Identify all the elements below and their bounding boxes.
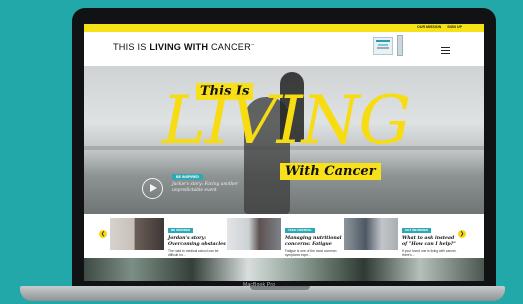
- website-screen: OUR MISSION SIGN UP THIS IS LIVING WITH …: [84, 24, 484, 281]
- chevron-left-icon[interactable]: ❮: [99, 230, 107, 238]
- laptop-base: [20, 286, 505, 301]
- hamburger-icon[interactable]: [441, 47, 450, 55]
- story-thumbnail: [110, 218, 164, 250]
- story-card[interactable]: GET INFORMED What to ask instead of "How…: [344, 218, 459, 257]
- story-tag: GET INFORMED: [402, 227, 431, 233]
- story-thumbnail: [227, 218, 281, 250]
- our-mission-link[interactable]: OUR MISSION: [417, 25, 441, 29]
- top-utility-bar: OUR MISSION SIGN UP: [84, 24, 484, 32]
- site-header: THIS IS LIVING WITH CANCER™: [84, 32, 484, 66]
- story-thumbnail: [344, 218, 398, 250]
- story-text: BE INSPIRED Jordan's story: Overcoming o…: [168, 218, 226, 257]
- story-title: Jordan's story: Overcoming obstacles: [168, 236, 226, 247]
- top-links: OUR MISSION SIGN UP: [417, 25, 462, 29]
- hero-title-big: LIVING: [162, 82, 411, 159]
- story-text: GET INFORMED What to ask instead of "How…: [402, 218, 460, 257]
- site-logo[interactable]: THIS IS LIVING WITH CANCER™: [113, 42, 254, 52]
- story-tag: TAKE CONTROL: [285, 227, 315, 233]
- story-card[interactable]: TAKE CONTROL Managing nutritional concer…: [227, 218, 342, 257]
- hero-banner: This Is LIVING With Cancer BE INSPIRED J…: [84, 66, 484, 214]
- chevron-right-icon[interactable]: ❯: [458, 230, 466, 238]
- play-icon[interactable]: [142, 178, 163, 199]
- story-tag: BE INSPIRED: [168, 227, 194, 233]
- bottom-photo-strip: [84, 258, 484, 281]
- hero-badge[interactable]: BE INSPIRED: [172, 174, 203, 180]
- sign-up-link[interactable]: SIGN UP: [447, 25, 462, 29]
- story-desc: The road to medical school can be diffic…: [168, 248, 219, 257]
- hero-title-tail: With Cancer: [280, 163, 381, 180]
- logo-text-1: THIS IS: [113, 42, 150, 52]
- hero-caption[interactable]: Jackie's story: Facing another unpredict…: [172, 182, 242, 194]
- story-title: What to ask instead of "How can I help?": [402, 236, 456, 247]
- resource-guide-thumbnail[interactable]: [373, 37, 393, 55]
- story-carousel: ❮ BE INSPIRED Jordan's story: Overcoming…: [84, 214, 484, 258]
- story-desc: Fatigue is one of the most common sympto…: [285, 248, 337, 257]
- story-desc: If your loved one is living with cancer,…: [402, 248, 457, 257]
- device-label: MacBook Pro: [243, 282, 276, 288]
- story-card[interactable]: BE INSPIRED Jordan's story: Overcoming o…: [110, 218, 226, 257]
- story-title: Managing nutritional concerns: Fatigue: [285, 236, 342, 247]
- logo-tm: ™: [250, 42, 255, 47]
- resource-guide-side: [397, 35, 403, 56]
- logo-text-2: LIVING WITH: [149, 42, 209, 52]
- story-text: TAKE CONTROL Managing nutritional concer…: [285, 218, 343, 257]
- logo-text-3: CANCER: [208, 42, 251, 52]
